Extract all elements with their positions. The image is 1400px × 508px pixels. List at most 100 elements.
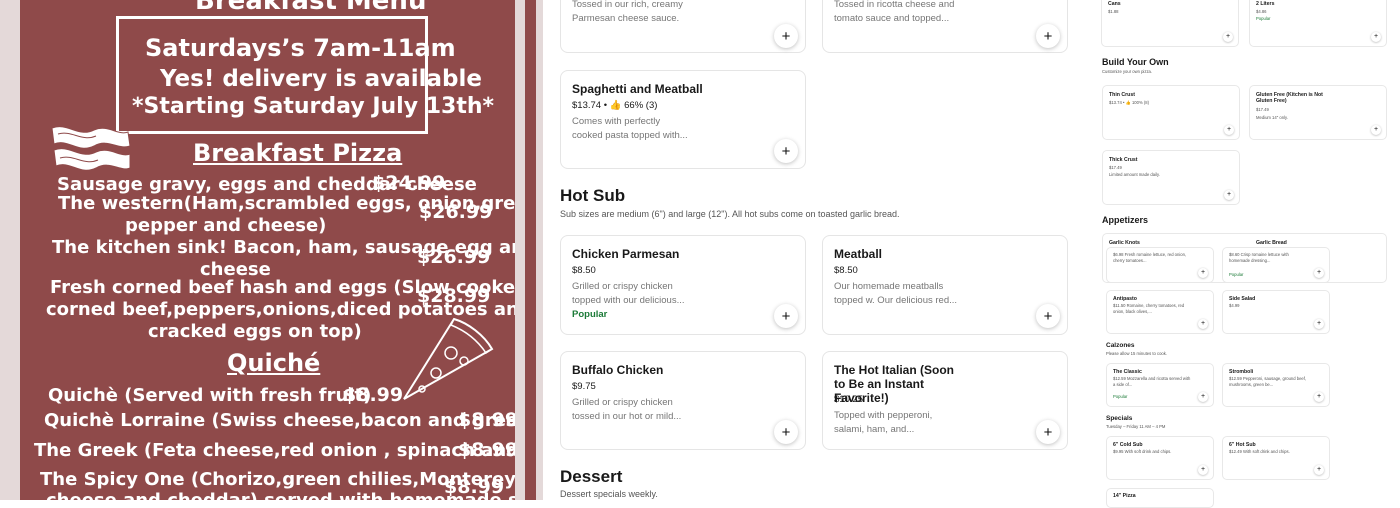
mini-item-name: Stromboli — [1229, 369, 1254, 375]
mini-item-name: 6" Cold Sub — [1113, 442, 1143, 448]
mini-item-card[interactable]: $8.60 Crisp romaine lettuce with homemad… — [1222, 247, 1330, 283]
mini-item-card[interactable]: Cans $1.88 + — [1101, 0, 1239, 47]
menu-item-card[interactable]: Buffalo Chicken $9.75 Grilled or crispy … — [560, 351, 806, 450]
mini-item-card[interactable]: Gluten Free (Kitchen is Not Gluten Free)… — [1249, 85, 1387, 140]
add-item-button[interactable]: + — [1036, 420, 1060, 444]
menu-item-card[interactable]: Spaghetti and Meatball $13.74 • 👍 66% (3… — [560, 70, 806, 169]
item-price: $9.75 — [572, 381, 596, 392]
item-description: cooked pasta topped with... — [572, 130, 688, 141]
bacon-icon — [51, 126, 131, 171]
poster-delivery: Yes! delivery is available — [160, 66, 482, 92]
add-item-button[interactable]: + — [1198, 465, 1208, 475]
menu-item-card[interactable]: Chicken Parmesan $8.50 Grilled or crispy… — [560, 235, 806, 335]
mini-item-name: Side Salad — [1229, 296, 1256, 302]
mini-item-card[interactable]: Thick Crust $17.49 Limited amount made d… — [1102, 150, 1240, 205]
add-item-button[interactable]: + — [1036, 304, 1060, 328]
add-item-button[interactable]: + — [1198, 268, 1208, 278]
item-description: tomato sauce and topped... — [834, 13, 950, 24]
mini-item-card[interactable]: Antipasto $11.50 Romaine, cherry tomatoe… — [1106, 290, 1214, 334]
mini-item-description: $9.95 With soft drink and chips. — [1113, 449, 1172, 454]
pizza-slice-icon — [403, 317, 494, 400]
item-price-rating: $13.74 • 👍 66% (3) — [572, 100, 658, 111]
pizza-item-price: $28.99 — [417, 285, 491, 307]
item-name: Meatball — [834, 247, 883, 261]
quiche-item-price: $8.99 — [458, 439, 515, 461]
section-title: Dessert — [560, 467, 623, 486]
mini-item-card[interactable]: 14" Pizza — [1106, 488, 1214, 508]
mini-item-note: Medium 14" only. — [1256, 115, 1288, 120]
mini-item-description: $12.49 With soft drink and chips. — [1229, 449, 1290, 454]
poster-pizza-heading: Breakfast Pizza — [193, 139, 403, 167]
pizza-item-line: pepper and cheese) — [125, 215, 327, 236]
poster-title: Breakfast Menu — [195, 0, 427, 16]
mini-item-description: $12.59 Pepperoni, sausage, ground beef, … — [1229, 376, 1307, 387]
item-description: salami, ham, and... — [834, 424, 915, 435]
mini-item-name: 14" Pizza — [1113, 493, 1136, 499]
add-item-button[interactable]: + — [1224, 190, 1234, 200]
add-item-button[interactable]: + — [1198, 319, 1208, 329]
item-description: Grilled or crispy chicken — [572, 397, 673, 408]
mini-item-card[interactable]: 6" Cold Sub $9.95 With soft drink and ch… — [1106, 436, 1214, 480]
menu-item-card[interactable]: Tossed in ricotta cheese and tomato sauc… — [822, 0, 1068, 53]
menu-item-card[interactable]: The Hot Italian (Soon to Be an Instant F… — [822, 351, 1068, 450]
add-item-button[interactable]: + — [774, 420, 798, 444]
mini-item-description: $8.60 Crisp romaine lettuce with homemad… — [1229, 252, 1289, 263]
mini-item-name: Thick Crust — [1109, 157, 1138, 163]
add-item-button[interactable]: + — [1036, 24, 1060, 48]
add-item-button[interactable]: + — [1371, 32, 1381, 42]
mini-item-card[interactable]: 2 Liters $4.86 Popular + — [1249, 0, 1387, 47]
item-description: Tossed in our rich, creamy — [572, 0, 683, 10]
item-description: Grilled or crispy chicken — [572, 281, 673, 292]
poster-start-date: *Starting Saturday July 13th* — [132, 94, 495, 119]
menu-item-card[interactable]: Tossed in our rich, creamy Parmesan chee… — [560, 0, 806, 53]
add-item-button[interactable]: + — [1223, 32, 1233, 42]
mini-item-card[interactable]: Thin Crust $13.74 • 👍 100% (8) + — [1102, 85, 1240, 140]
mini-item-name: The Classic — [1113, 369, 1142, 375]
quiche-item-line: Quichè (Served with fresh fruit) — [48, 385, 372, 406]
mini-item-price: $4.86 — [1256, 9, 1267, 14]
add-item-button[interactable]: + — [1314, 319, 1324, 329]
add-item-button[interactable]: + — [1371, 125, 1381, 135]
item-price: $8.50 — [572, 265, 596, 276]
item-description: topped w. Our delicious red... — [834, 295, 958, 306]
menu-poster: Breakfast Menu Saturdays’s 7am-11am Yes!… — [20, 0, 515, 500]
section-subtitle: Please allow 15 minutes to cook. — [1106, 351, 1167, 356]
mini-item-card[interactable]: The Classic $12.59 Mozzarella and ricott… — [1106, 363, 1214, 407]
quiche-item-price: $8.99 — [444, 476, 505, 498]
add-item-button[interactable]: + — [1314, 392, 1324, 402]
pizza-item-price: $24.99 — [372, 172, 446, 194]
add-item-button[interactable]: + — [1198, 392, 1208, 402]
item-name: Spaghetti and Meatball — [572, 82, 703, 96]
pizza-item-line: cracked eggs on top) — [148, 321, 362, 342]
add-item-button[interactable]: + — [774, 139, 798, 163]
poster-hours: Saturdays’s 7am-11am — [145, 34, 456, 62]
item-price: $8.50 — [834, 265, 858, 276]
item-description: Parmesan cheese sauce. — [572, 13, 680, 24]
pizza-item-price: $26.99 — [417, 246, 491, 268]
popular-badge: Popular — [1229, 272, 1244, 277]
item-name: Chicken Parmesan — [572, 247, 680, 261]
add-item-button[interactable]: + — [774, 24, 798, 48]
mini-item-card[interactable]: Side Salad $4.99 + — [1222, 290, 1330, 334]
menu-item-card[interactable]: Meatball $8.50 Our homemade meatballs to… — [822, 235, 1068, 335]
section-subtitle: Customize your own pizza. — [1102, 69, 1153, 74]
quiche-item-line: Quichè Lorraine (Swiss cheese,bacon and … — [44, 410, 515, 431]
item-description: Our homemade meatballs — [834, 281, 944, 292]
mini-item-card[interactable]: $6.98 Fresh romaine lettuce, red onion, … — [1106, 247, 1214, 283]
mini-item-name: Thin Crust — [1109, 92, 1135, 98]
quiche-item-line: The Greek (Feta cheese,red onion , spina… — [34, 440, 515, 461]
add-item-button[interactable]: + — [774, 304, 798, 328]
add-item-button[interactable]: + — [1314, 268, 1324, 278]
mini-item-name: Antipasto — [1113, 296, 1137, 302]
mini-item-price: $17.49 — [1109, 165, 1122, 170]
add-item-button[interactable]: + — [1314, 465, 1324, 475]
mini-item-name: Garlic Bread — [1256, 240, 1287, 246]
breakfast-menu-image: Breakfast Menu Saturdays’s 7am-11am Yes!… — [0, 0, 543, 500]
add-item-button[interactable]: + — [1224, 125, 1234, 135]
section-subtitle: Tuesday – Friday 11 AM – 4 PM — [1106, 424, 1166, 429]
mini-item-card[interactable]: 6" Hot Sub $12.49 With soft drink and ch… — [1222, 436, 1330, 480]
mini-item-card[interactable]: Stromboli $12.59 Pepperoni, sausage, gro… — [1222, 363, 1330, 407]
item-description: tossed in our hot or mild... — [572, 411, 682, 422]
mini-item-name: Cans — [1108, 1, 1121, 7]
item-name: Buffalo Chicken — [572, 363, 664, 377]
